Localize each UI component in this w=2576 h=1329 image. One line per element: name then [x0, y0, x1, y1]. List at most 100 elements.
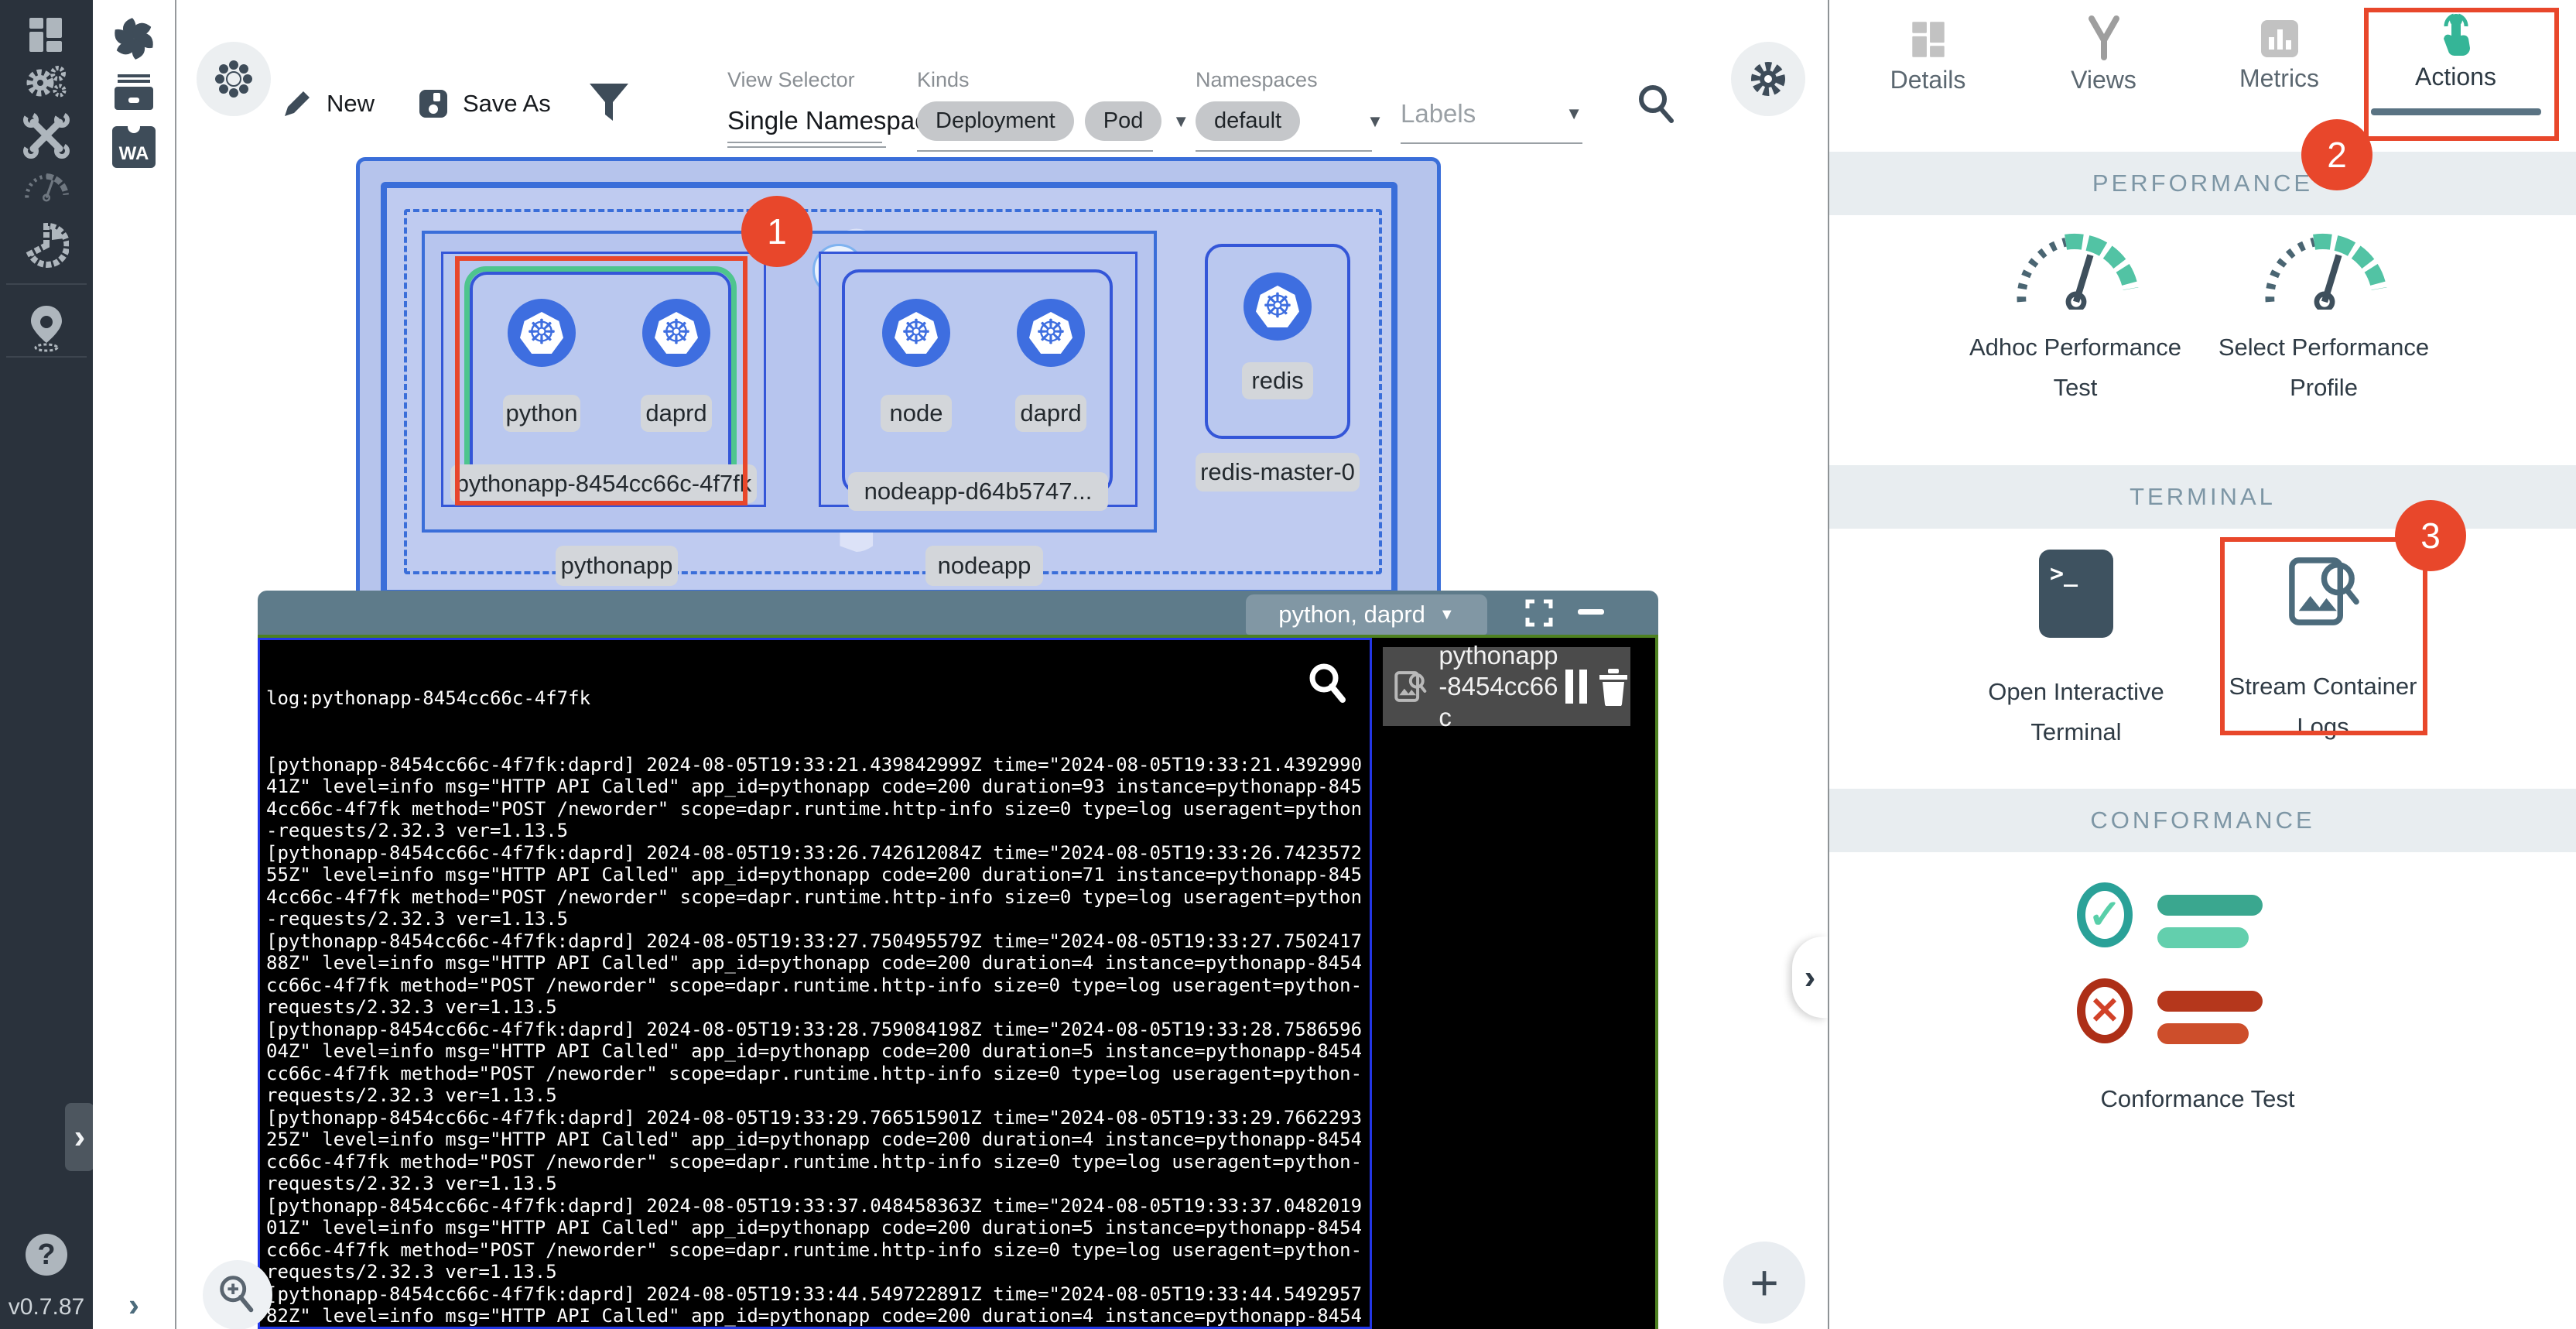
kubernetes-wheel-icon: ☸ [1035, 316, 1066, 350]
pause-icon[interactable] [1564, 668, 1589, 705]
annotation-box-3 [2220, 537, 2427, 735]
tab-details[interactable]: Details [1860, 17, 1996, 94]
tab-metrics[interactable]: Metrics [2212, 17, 2347, 93]
tools-icon[interactable] [0, 108, 93, 163]
adhoc-performance-label-1: Adhoc Performance [1936, 327, 2215, 368]
tab-metrics-label: Metrics [2212, 64, 2347, 93]
kind-chip-pod[interactable]: Pod [1085, 101, 1162, 141]
deployment-label: nodeapp [925, 546, 1043, 586]
container-label: daprd [1015, 395, 1086, 432]
fullscreen-icon[interactable] [1525, 599, 1553, 631]
log-console[interactable]: log:pythonapp-8454cc66c-4f7fk [pythonapp… [258, 638, 1372, 1329]
namespaces-label: Namespaces [1196, 68, 1384, 92]
container-daprd-2[interactable]: ☸ [1017, 299, 1085, 367]
conformance-section-header: CONFORMANCE [1829, 789, 2576, 852]
log-tab-pythonapp[interactable]: pythonapp-8454cc66c [1383, 647, 1630, 726]
archive-icon[interactable] [93, 65, 175, 121]
annotation-box-2 [2364, 8, 2559, 141]
left-sidebar: › ? v0.7.87 [0, 0, 93, 1329]
container-selector-dropdown[interactable]: python, daprd ▼ [1246, 594, 1487, 635]
terminal-icon: >_ [2039, 550, 2113, 638]
search-icon[interactable] [1633, 80, 1679, 131]
kind-chip-deployment[interactable]: Deployment [917, 101, 1074, 141]
sidebar-divider [6, 283, 87, 285]
namespace-chip-default[interactable]: default [1196, 101, 1300, 141]
terminal-window: python, daprd ▼ log:pythonapp-8454cc66c-… [258, 591, 1658, 1329]
panel-collapse-chevron[interactable]: › [1792, 937, 1828, 1018]
container-label: node [881, 395, 952, 432]
view-selector-underline [727, 142, 882, 143]
kubernetes-wheel-icon: ☸ [901, 316, 931, 350]
container-logs-icon [1392, 664, 1428, 709]
log-entry: [pythonapp-8454cc66c-4f7fk:daprd] 2024-0… [266, 1195, 1363, 1283]
rail-collapse-chevron-icon[interactable]: › [93, 1277, 175, 1329]
pod-name-label: redis-master-0 [1196, 453, 1360, 492]
location-pin-icon[interactable] [0, 300, 93, 355]
performance-gauge-icon[interactable] [0, 159, 93, 214]
help-icon[interactable]: ? [26, 1234, 67, 1276]
annotation-badge-1: 1 [741, 196, 812, 267]
log-entry: [pythonapp-8454cc66c-4f7fk:daprd] 2024-0… [266, 754, 1363, 842]
canvas-menu-button[interactable] [197, 42, 271, 116]
conformance-test-button[interactable]: ✓ ✕ Conformance Test [2058, 882, 2337, 1119]
gauge-icon [2258, 229, 2391, 310]
pod-name-label: nodeapp-d64b5747... [848, 472, 1108, 511]
view-selector-value: Single Namespace [727, 106, 942, 135]
tab-views-label: Views [2036, 66, 2171, 94]
settings-gear-button[interactable] [1731, 42, 1805, 116]
minimize-icon[interactable] [1578, 609, 1604, 615]
select-performance-label-2: Profile [2184, 368, 2463, 408]
conformance-test-label: Conformance Test [2058, 1079, 2337, 1119]
settings-gears-icon[interactable] [0, 56, 93, 110]
container-label: redis [1242, 362, 1313, 399]
performance-section-header: PERFORMANCE [1829, 152, 2576, 215]
terminal-section-header: TERMINAL [1829, 465, 2576, 529]
container-redis[interactable]: ☸ [1244, 272, 1312, 341]
details-grid-icon [1906, 17, 1951, 62]
add-button[interactable]: + [1723, 1242, 1805, 1324]
container-selector-value: python, daprd [1278, 601, 1425, 629]
extensions-chart-icon[interactable] [0, 218, 93, 272]
kinds-field[interactable]: Kinds Deployment Pod ▼ [917, 68, 1189, 152]
views-branch-icon [2081, 14, 2127, 62]
pinwheel-logo-icon[interactable] [93, 11, 175, 67]
pencil-icon [280, 87, 314, 121]
terminal-titlebar[interactable]: python, daprd ▼ [258, 591, 1658, 635]
filter-icon[interactable] [587, 80, 631, 131]
new-button-label: New [327, 90, 375, 118]
log-tab-title: pythonapp-8454cc66c [1439, 640, 1559, 733]
sidebar-expand-button[interactable]: › [65, 1103, 94, 1171]
kinds-label: Kinds [917, 68, 1189, 92]
chevron-down-icon: ▼ [1439, 606, 1455, 624]
new-button[interactable]: New [280, 87, 375, 121]
chevron-down-icon: ▼ [1367, 111, 1384, 132]
log-entry: [pythonapp-8454cc66c-4f7fk:daprd] 2024-0… [266, 930, 1363, 1019]
namespaces-field[interactable]: Namespaces default ▼ [1196, 68, 1384, 152]
log-tab-controls [1564, 667, 1630, 706]
open-terminal-label-2: Terminal [1937, 712, 2215, 752]
webassembly-icon[interactable]: WA [93, 119, 175, 175]
conformance-pass-icon: ✓ [2058, 882, 2337, 968]
save-as-button[interactable]: Save As [416, 87, 551, 121]
container-node[interactable]: ☸ [882, 299, 950, 367]
app-window: › ? v0.7.87 WA › New Save As View Select… [0, 0, 2576, 1329]
annotation-box-1 [455, 256, 747, 505]
kubernetes-wheel-icon: ☸ [1262, 289, 1292, 324]
dashboard-icon[interactable] [0, 8, 93, 62]
log-tabs-panel: pythonapp-8454cc66c [1372, 638, 1655, 1329]
log-header: log:pythonapp-8454cc66c-4f7fk [266, 687, 1363, 710]
labels-placeholder: Labels [1401, 99, 1476, 128]
labels-field[interactable]: Labels ▼ [1401, 99, 1582, 144]
app-version: v0.7.87 [0, 1294, 93, 1320]
terminal-body: log:pythonapp-8454cc66c-4f7fk [pythonapp… [258, 635, 1658, 1329]
canvas-zoom-button[interactable] [203, 1260, 272, 1329]
annotation-badge-2: 2 [2301, 119, 2372, 190]
trash-icon[interactable] [1596, 667, 1630, 706]
tab-views[interactable]: Views [2036, 14, 2171, 94]
gauge-icon [2010, 229, 2143, 310]
chevron-down-icon: ▼ [1565, 104, 1582, 124]
metrics-chart-icon [2258, 17, 2301, 60]
open-terminal-label-1: Open Interactive [1937, 672, 2215, 712]
log-entry: [pythonapp-8454cc66c-4f7fk:daprd] 2024-0… [266, 1283, 1363, 1329]
select-performance-profile-button[interactable]: Select Performance Profile [2258, 229, 2463, 408]
